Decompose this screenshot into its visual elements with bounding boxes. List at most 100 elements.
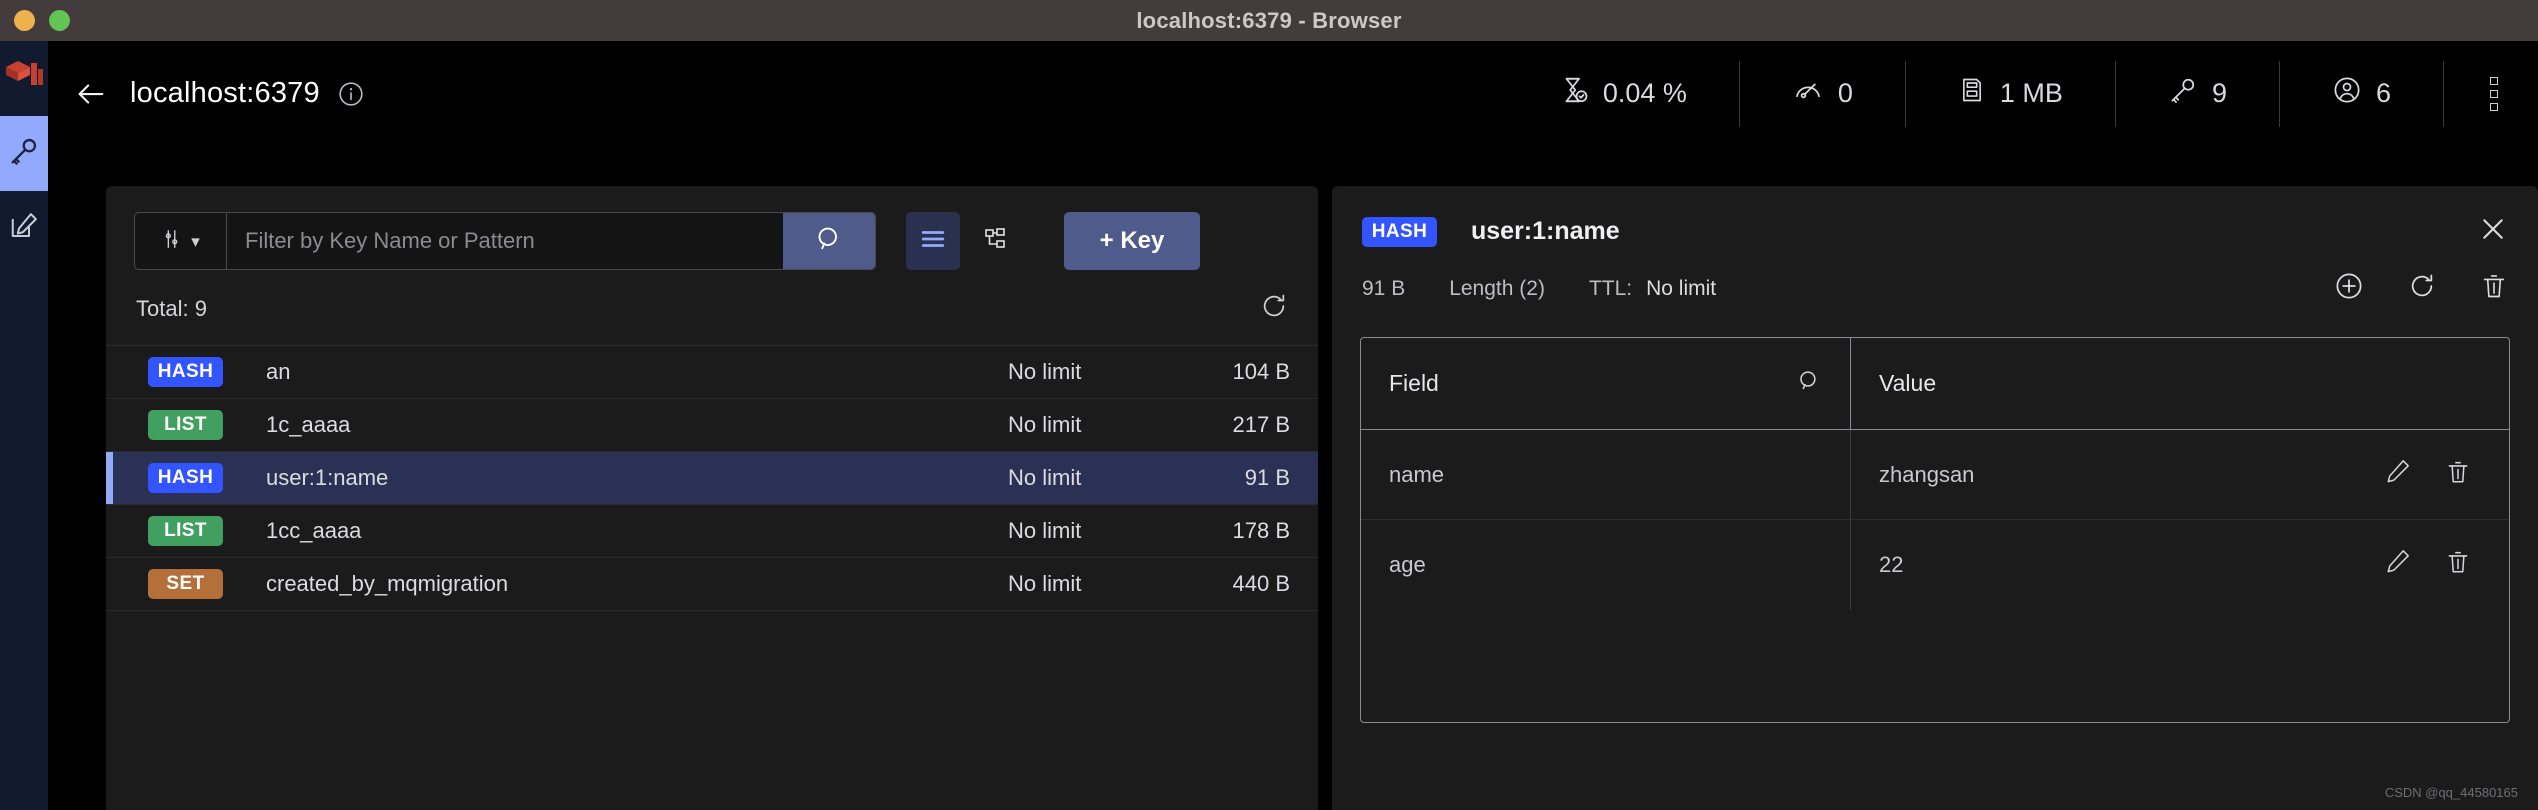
commands-metric-value: 0 — [1837, 78, 1853, 108]
key-icon — [8, 135, 40, 172]
key-ttl: No limit — [1008, 518, 1082, 543]
refresh-key-button[interactable] — [2408, 272, 2436, 306]
field-column-label: Field — [1389, 370, 1439, 396]
back-button[interactable] — [74, 77, 108, 111]
key-name: an — [266, 359, 291, 384]
field-column-header: Field — [1361, 338, 1851, 429]
edit-field-button[interactable] — [2385, 458, 2411, 492]
table-row[interactable]: LIST 1c_aaaa No limit 217 B — [106, 399, 1318, 452]
value-cell: 22 — [1851, 520, 2509, 610]
window-titlebar: localhost:6379 - Browser — [0, 0, 2538, 41]
sidebar-item-redis-logo[interactable] — [0, 41, 48, 116]
cpu-metric-value: 0.04 % — [1602, 78, 1687, 108]
key-length: Length (2) — [1449, 277, 1545, 300]
key-name: 1cc_aaaa — [266, 518, 362, 543]
window-title: localhost:6379 - Browser — [1136, 7, 1402, 33]
maximize-button[interactable] — [49, 10, 70, 31]
keys-refresh-button[interactable] — [1260, 292, 1288, 325]
key-ttl: TTL: No limit — [1589, 277, 1716, 301]
keys-metric-value: 9 — [2211, 78, 2227, 108]
field-cell: age — [1361, 520, 1851, 610]
keys-total-row: Total: 9 — [106, 270, 1318, 346]
key-type-badge: LIST — [148, 410, 223, 440]
tree-icon — [982, 227, 1008, 256]
table-row[interactable]: LIST 1cc_aaaa No limit 178 B — [106, 505, 1318, 558]
kebab-menu-icon — [2490, 74, 2498, 113]
key-size: 440 B — [1232, 571, 1291, 596]
table-row[interactable]: age 22 — [1361, 520, 2509, 610]
keys-panel: ▾ Filter by Key Name or Pattern + Key To… — [106, 186, 1318, 810]
key-details-name: user:1:name — [1471, 217, 1620, 245]
filter-input[interactable] — [227, 213, 783, 269]
page-title: localhost:6379 — [130, 77, 320, 109]
filter-box: ▾ — [134, 212, 876, 270]
field-cell: name — [1361, 430, 1851, 519]
app-window: localhost:6379 - Browser localhost:6379 … — [0, 0, 2538, 810]
table-row[interactable]: HASH user:1:name No limit 91 B — [106, 452, 1318, 505]
edit-field-button[interactable] — [2385, 548, 2411, 582]
keys-total-label: Total: 9 — [136, 295, 207, 321]
page-header: localhost:6379 0.04 % 0 1 MB 9 6 — [48, 41, 2538, 146]
memory-metric[interactable]: 1 MB — [1904, 60, 2115, 127]
key-ttl-value: No limit — [1646, 277, 1717, 300]
filter-sliders-icon — [161, 228, 183, 255]
key-name: user:1:name — [266, 465, 389, 490]
delete-field-button[interactable] — [2445, 548, 2471, 582]
keys-metric[interactable]: 9 — [2114, 60, 2279, 127]
key-type-badge: LIST — [148, 516, 223, 546]
clients-metric[interactable]: 6 — [2278, 60, 2443, 127]
key-name: created_by_mqmigration — [266, 571, 509, 596]
key-ttl: No limit — [1008, 412, 1082, 437]
value-column-label: Value — [1879, 370, 1937, 396]
info-icon[interactable] — [338, 81, 364, 107]
key-details-panel: HASH user:1:name 91 B Length (2) TTL: No… — [1332, 186, 2538, 810]
field-search-icon[interactable] — [1796, 368, 1822, 400]
table-row[interactable]: HASH an No limit 104 B — [106, 346, 1318, 399]
app-sidebar — [0, 41, 48, 810]
value-text: 22 — [1879, 552, 1904, 577]
keys-filter-row: ▾ Filter by Key Name or Pattern + Key — [106, 186, 1318, 270]
key-size: 217 B — [1232, 412, 1291, 437]
redis-logo-icon — [4, 57, 44, 100]
header-more-button[interactable] — [2443, 60, 2538, 127]
key-type-filter-dropdown[interactable]: ▾ — [135, 213, 227, 269]
sidebar-item-browser[interactable] — [0, 116, 48, 191]
close-icon[interactable] — [2478, 214, 2508, 249]
tree-view-toggle[interactable] — [968, 212, 1022, 270]
key-details-meta: 91 B Length (2) TTL: No limit — [1332, 249, 2538, 307]
workbench-edit-icon — [9, 211, 39, 246]
memory-icon — [1958, 75, 1986, 112]
field-value: name — [1389, 461, 1445, 487]
commands-metric[interactable]: 0 — [1738, 60, 1905, 127]
key-size: 91 B — [1362, 277, 1406, 300]
key-ttl: No limit — [1008, 571, 1082, 596]
key-fields-table-header: Field Value — [1361, 338, 2509, 430]
cpu-metric[interactable]: 0.04 % — [1529, 61, 1739, 127]
key-type-badge: HASH — [148, 357, 223, 387]
value-column-header: Value — [1851, 338, 2509, 429]
field-value: age — [1389, 552, 1426, 577]
list-icon — [920, 228, 946, 255]
watermark: CSDN @qq_44580165 — [2384, 785, 2518, 800]
key-icon — [2168, 75, 2198, 112]
list-view-toggle[interactable] — [906, 212, 960, 270]
key-details-header: HASH user:1:name — [1332, 186, 2538, 249]
search-icon — [814, 224, 844, 259]
key-ttl: No limit — [1008, 465, 1082, 490]
add-key-button[interactable]: + Key — [1064, 212, 1200, 270]
table-row[interactable]: SET created_by_mqmigration No limit 440 B — [106, 558, 1318, 611]
chevron-down-icon: ▾ — [191, 231, 200, 251]
add-field-button[interactable] — [2334, 271, 2364, 307]
row-actions — [2385, 548, 2481, 582]
table-row[interactable]: name zhangsan — [1361, 430, 2509, 520]
clients-metric-value: 6 — [2375, 78, 2391, 108]
sidebar-item-workbench[interactable] — [0, 191, 48, 266]
delete-key-button[interactable] — [2480, 271, 2508, 307]
minimize-button[interactable] — [14, 10, 35, 31]
delete-field-button[interactable] — [2445, 458, 2471, 492]
key-fields-table-body: name zhangsan age 22 — [1361, 430, 2509, 610]
key-size: 104 B — [1232, 359, 1291, 384]
key-size: 91 B — [1244, 465, 1290, 490]
filter-search-button[interactable] — [783, 213, 875, 269]
key-type-badge: HASH — [1362, 216, 1437, 247]
